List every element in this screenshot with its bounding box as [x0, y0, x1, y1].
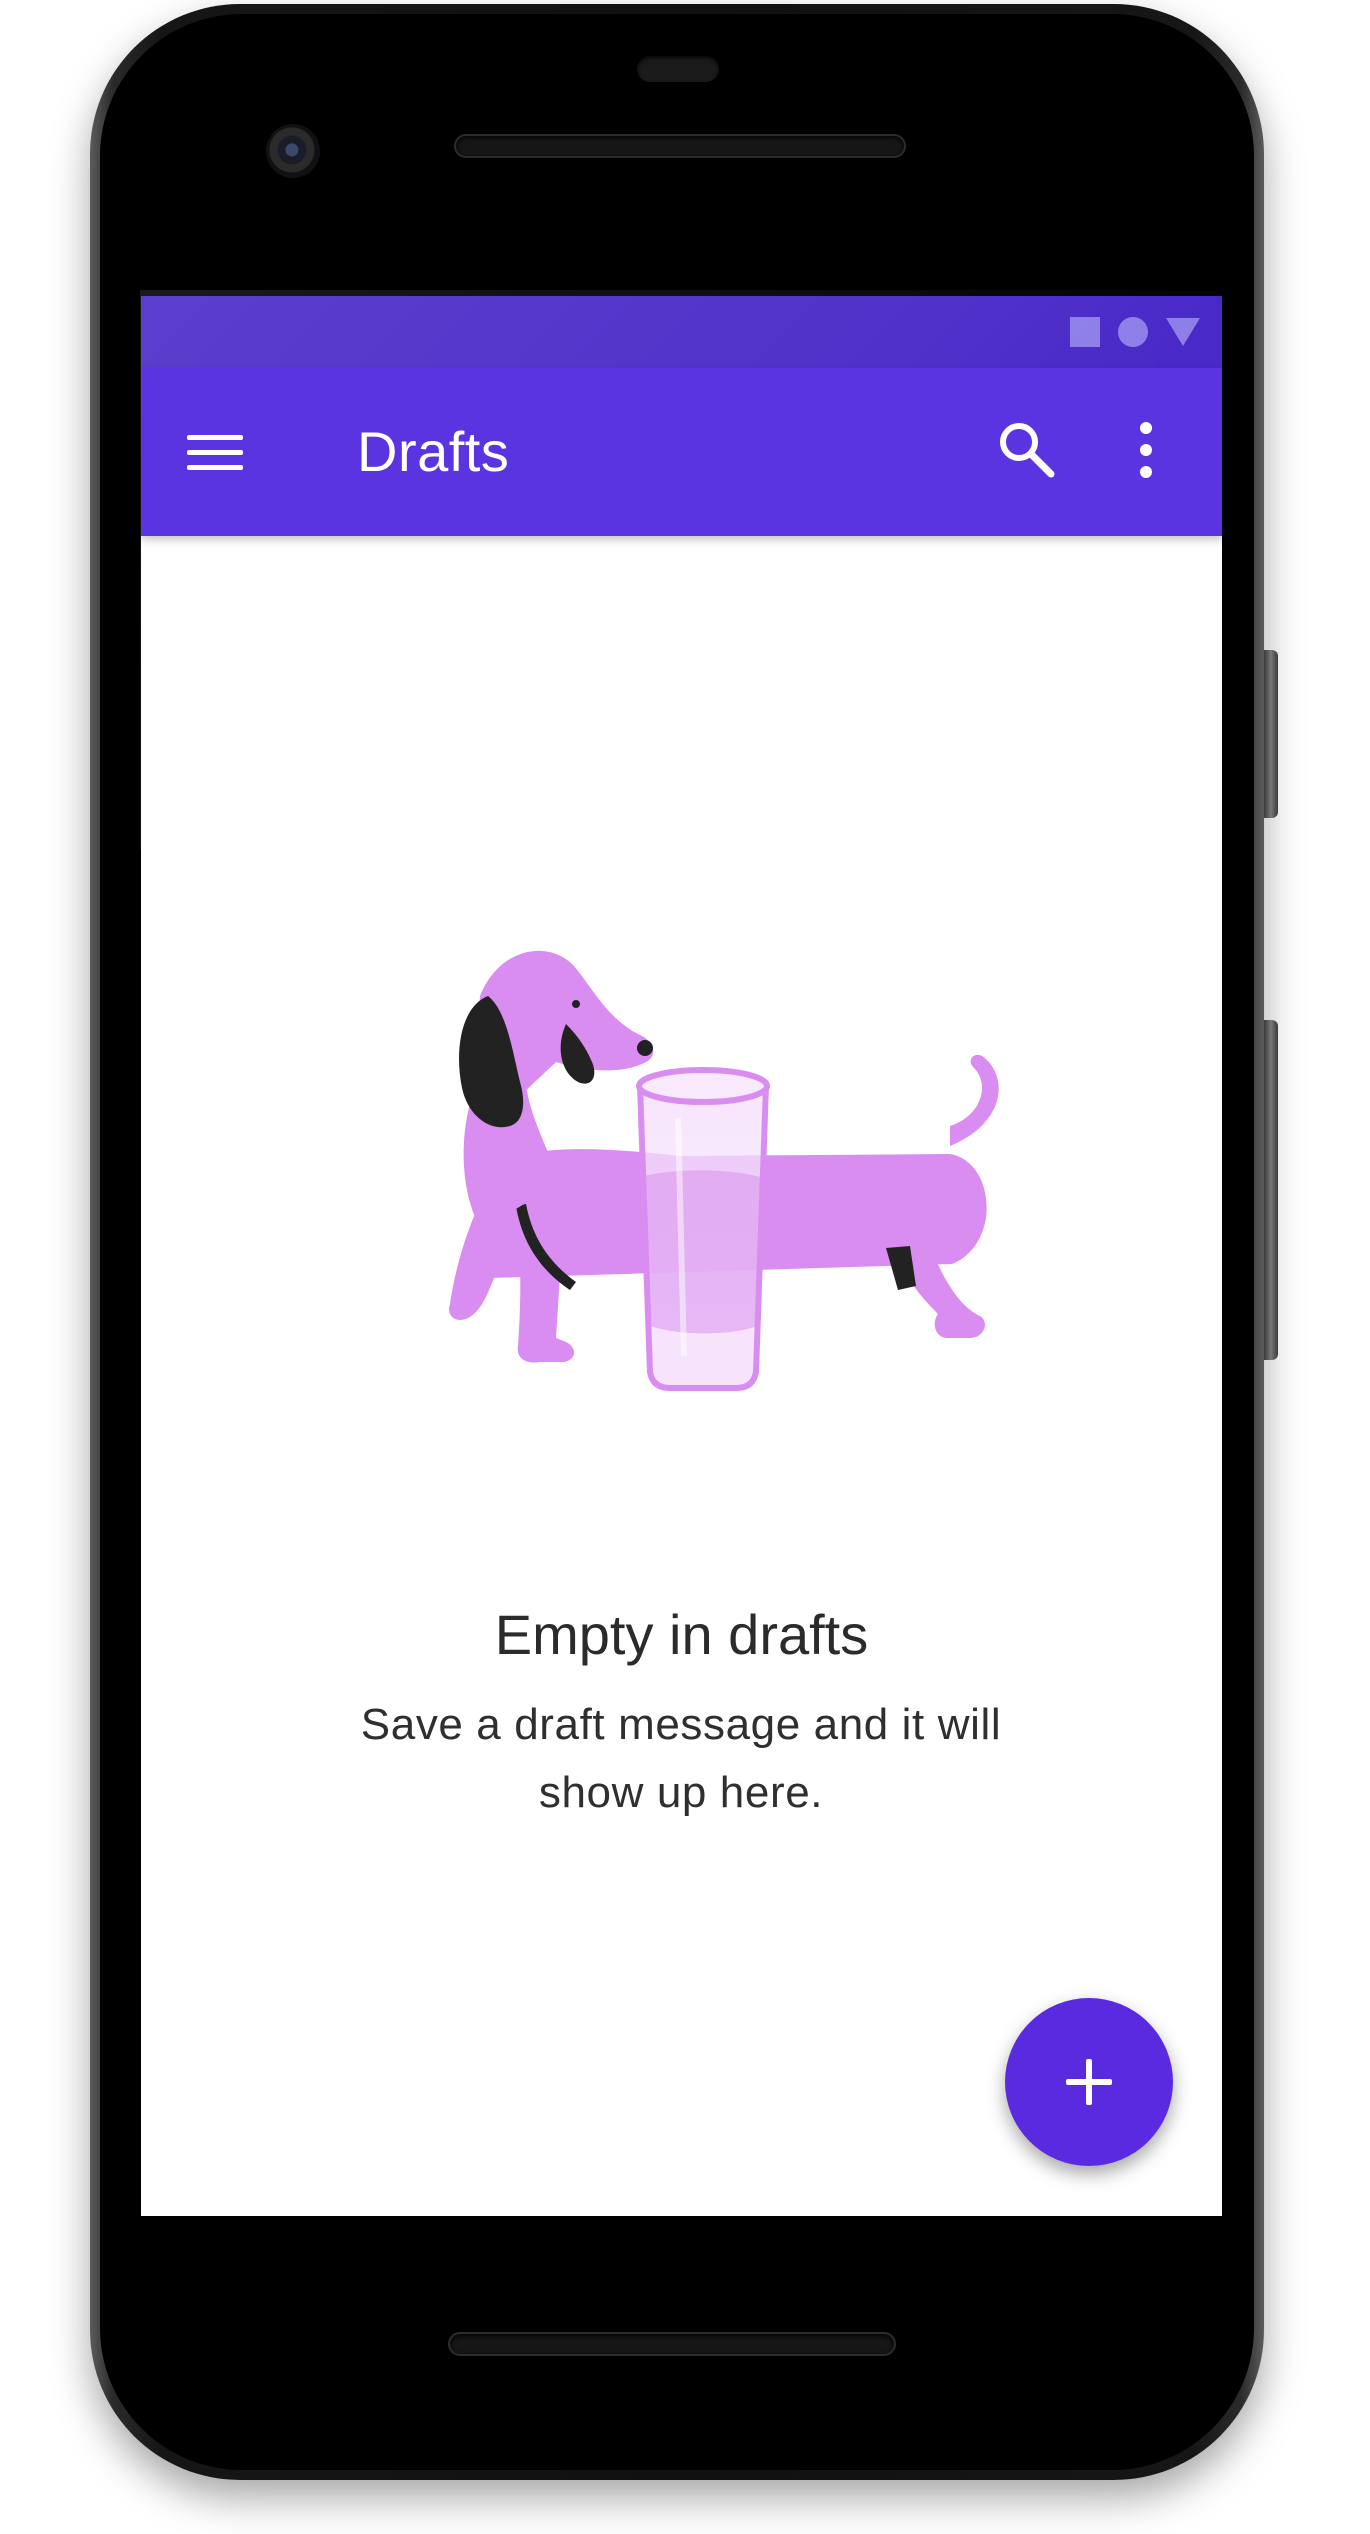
compose-fab-button[interactable] — [1005, 1998, 1173, 2166]
page-title: Drafts — [357, 420, 510, 483]
dog-with-glass-illustration — [449, 950, 999, 1391]
top-speaker-grille — [454, 134, 906, 158]
empty-state-message: Save a draft message and it will show up… — [360, 1700, 1002, 1817]
front-camera — [266, 124, 320, 178]
app-bar: Drafts — [141, 368, 1222, 536]
screen: Drafts Empty in drafts Save a draft mess… — [141, 296, 1222, 2216]
status-icons — [1070, 316, 1200, 348]
earpiece-slot — [637, 56, 719, 82]
status-bar — [141, 296, 1222, 368]
menu-icon[interactable] — [187, 424, 243, 480]
stop-icon — [1070, 317, 1100, 347]
circle-icon — [1118, 317, 1148, 347]
triangle-icon — [1166, 318, 1200, 346]
power-button — [1264, 650, 1278, 818]
empty-state-title: Empty in drafts — [494, 1603, 869, 1666]
bottom-speaker-grille — [448, 2332, 896, 2356]
search-icon[interactable] — [995, 418, 1059, 482]
more-vert-icon[interactable] — [1126, 418, 1166, 482]
plus-icon — [1066, 2059, 1112, 2105]
volume-button — [1264, 1020, 1278, 1360]
